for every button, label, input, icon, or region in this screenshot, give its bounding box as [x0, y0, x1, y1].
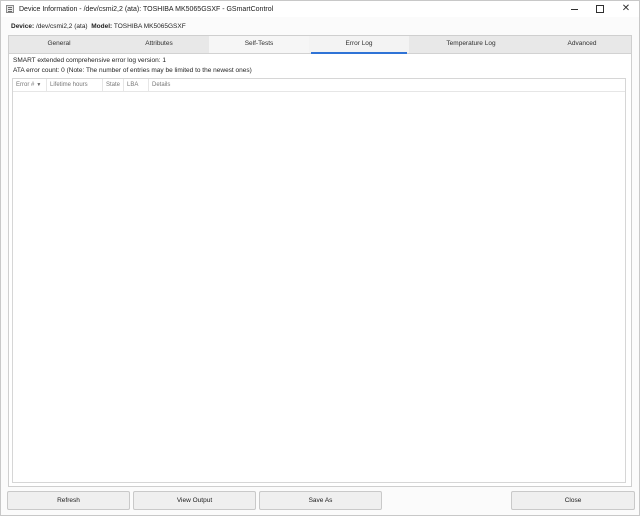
- minimize-icon: [570, 9, 578, 10]
- error-log-table[interactable]: Error # ▼ Lifetime hours State LBA Detail…: [12, 78, 626, 483]
- tab-notebook: General Attributes Self-Tests Error Log …: [8, 35, 632, 487]
- device-label: Device:: [11, 23, 35, 30]
- title-bar: Device Information - /dev/csmi2,2 (ata):…: [1, 1, 639, 17]
- tab-error-log[interactable]: Error Log: [309, 36, 409, 54]
- error-log-version: SMART extended comprehensive error log v…: [13, 57, 166, 64]
- ata-error-count: ATA error count: 0 (Note: The number of …: [13, 67, 252, 74]
- window-controls: ✕: [561, 1, 639, 17]
- tab-self-tests[interactable]: Self-Tests: [209, 36, 309, 53]
- model-value: TOSHIBA MK5065GSXF: [113, 23, 186, 30]
- column-header-lba[interactable]: LBA: [124, 79, 149, 91]
- tab-advanced[interactable]: Advanced: [533, 36, 631, 53]
- column-header-label: Error #: [16, 82, 35, 88]
- device-value: /dev/csmi2,2 (ata): [35, 23, 88, 30]
- column-header-state[interactable]: State: [103, 79, 124, 91]
- error-log-panel: SMART extended comprehensive error log v…: [13, 56, 625, 76]
- minimize-button[interactable]: [561, 1, 587, 17]
- maximize-button[interactable]: [587, 1, 613, 17]
- tab-temperature-log[interactable]: Temperature Log: [409, 36, 533, 53]
- column-header-error-number[interactable]: Error # ▼: [13, 79, 47, 91]
- maximize-icon: [596, 5, 604, 13]
- column-header-lifetime-hours[interactable]: Lifetime hours: [47, 79, 103, 91]
- app-icon: [6, 5, 14, 13]
- refresh-button[interactable]: Refresh: [7, 491, 130, 510]
- close-icon: ✕: [621, 3, 631, 14]
- save-as-button[interactable]: Save As: [259, 491, 382, 510]
- sort-descending-icon: ▼: [36, 82, 42, 88]
- column-header-details[interactable]: Details: [149, 79, 625, 91]
- model-label: Model:: [91, 23, 113, 30]
- device-info-line: Device: /dev/csmi2,2 (ata) Model: TOSHIB…: [11, 21, 186, 33]
- tab-attributes[interactable]: Attributes: [109, 36, 209, 53]
- close-button[interactable]: Close: [511, 491, 635, 510]
- device-information-window: Device Information - /dev/csmi2,2 (ata):…: [0, 0, 640, 516]
- close-window-button[interactable]: ✕: [613, 1, 639, 17]
- tab-bar: General Attributes Self-Tests Error Log …: [9, 36, 631, 54]
- table-header: Error # ▼ Lifetime hours State LBA Detail…: [13, 79, 625, 92]
- tab-general[interactable]: General: [9, 36, 109, 53]
- view-output-button[interactable]: View Output: [133, 491, 256, 510]
- dialog-button-bar: Refresh View Output Save As Close: [1, 491, 640, 511]
- window-title: Device Information - /dev/csmi2,2 (ata):…: [19, 5, 274, 13]
